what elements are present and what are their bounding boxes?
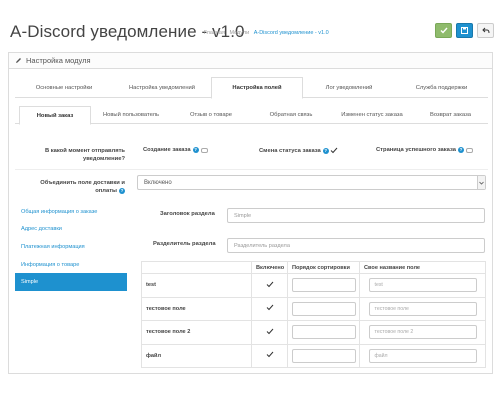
section-nav: Общая информация о заказе Адрес доставки… <box>15 203 127 291</box>
help-icon: ? <box>457 147 464 153</box>
tab-basic-settings[interactable]: Основные настройки <box>15 77 113 98</box>
sort-order-input[interactable] <box>291 301 356 316</box>
enabled-cell[interactable] <box>251 273 288 298</box>
save-button[interactable] <box>435 23 452 38</box>
option-status-changed[interactable]: Смена статуса заказа ? <box>259 147 338 154</box>
sort-cell <box>287 273 360 298</box>
floppy-icon <box>461 27 468 34</box>
enabled-cell[interactable] <box>251 320 288 345</box>
panel-heading: Настройка модуля <box>9 53 492 69</box>
custom-name-cell: test <box>359 273 486 298</box>
custom-name-input[interactable]: тестовое поле <box>368 301 477 316</box>
breadcrumb-home[interactable]: Главная <box>204 30 225 36</box>
sort-cell <box>287 296 360 321</box>
checkmark-icon[interactable] <box>330 147 338 154</box>
custom-name-cell: файл <box>359 343 486 368</box>
table-row: test test <box>141 273 486 298</box>
settings-panel: Настройка модуля Основные настройки Наст… <box>8 52 493 374</box>
option-order-created-label: Создание заказа <box>143 147 191 153</box>
reply-icon <box>481 27 489 34</box>
save-stay-button[interactable] <box>456 23 473 38</box>
merge-fields-value: Включено <box>144 179 172 186</box>
fields-table: Включено Порядок сортировки Свое названи… <box>141 261 486 368</box>
main-tabs: Основные настройки Настройка уведомлений… <box>15 77 488 99</box>
custom-name-cell: тестовое поле 2 <box>359 320 486 345</box>
custom-name-input[interactable]: файл <box>368 348 477 363</box>
tab-notification-log[interactable]: Лог уведомлений <box>303 77 395 98</box>
section-separator-label: Разделитель раздела <box>153 241 216 247</box>
sub-tabs: Новый заказ Новый пользователь Отзыв о т… <box>15 106 488 125</box>
checkmark-icon[interactable] <box>266 328 274 335</box>
custom-name-cell: тестовое поле <box>359 296 486 321</box>
table-row: файл файл <box>141 343 486 368</box>
column-header-field <box>141 261 252 274</box>
merge-fields-label: Объединить поле доставки и оплаты? <box>19 179 125 195</box>
send-moment-label: В какой момент отправлять уведомление? <box>44 148 125 162</box>
help-icon: ? <box>119 188 125 194</box>
sort-cell <box>287 343 360 368</box>
help-icon: ? <box>322 147 329 154</box>
table-row: тестовое поле 2 тестовое поле 2 <box>141 320 486 345</box>
toggle-success-page[interactable] <box>465 147 473 153</box>
panel-title: Настройка модуля <box>26 56 91 65</box>
checkmark-icon[interactable] <box>266 304 274 311</box>
section-title-label: Заголовок раздела <box>160 211 215 217</box>
breadcrumb-modules[interactable]: Модули <box>229 30 249 36</box>
tab-product-review[interactable]: Отзыв о товаре <box>171 106 251 124</box>
field-name: test <box>141 273 252 298</box>
column-header-enabled: Включено <box>251 261 288 274</box>
check-icon <box>440 27 448 34</box>
tab-new-order[interactable]: Новый заказ <box>19 106 91 125</box>
column-header-sort: Порядок сортировки <box>287 261 360 274</box>
checkmark-icon[interactable] <box>266 351 274 358</box>
toggle-order-created[interactable] <box>200 147 208 153</box>
tab-order-status-changed[interactable]: Изменен статус заказа <box>331 106 413 124</box>
breadcrumb-current[interactable]: A-Discord уведомление - v1.0 <box>254 30 329 36</box>
nav-shipping-address[interactable]: Адрес доставки <box>15 221 127 239</box>
pencil-icon <box>16 58 21 63</box>
chevron-down-icon <box>477 176 485 189</box>
tab-support[interactable]: Служба поддержки <box>395 77 488 98</box>
tab-new-user[interactable]: Новый пользователь <box>91 106 171 124</box>
merge-fields-text: Объединить поле доставки и оплаты <box>40 180 125 194</box>
nav-simple[interactable]: Simple <box>15 273 127 291</box>
field-name: файл <box>141 343 252 368</box>
tab-feedback[interactable]: Обратная связь <box>251 106 331 124</box>
section-title-input[interactable]: Simple <box>227 208 485 223</box>
nav-product-info[interactable]: Информация о товаре <box>15 256 127 274</box>
sort-order-input[interactable] <box>291 325 356 340</box>
tab-field-settings[interactable]: Настройка полей <box>211 77 303 99</box>
sort-cell <box>287 320 360 345</box>
nav-order-info[interactable]: Общая информация о заказе <box>15 203 127 221</box>
sort-order-input[interactable] <box>291 278 356 293</box>
merge-fields-select[interactable]: Включено <box>137 175 486 190</box>
option-success-page[interactable]: Страница успешного заказа ? <box>376 147 473 153</box>
field-name: тестовое поле <box>141 296 252 321</box>
divider <box>15 169 488 170</box>
custom-name-input[interactable]: test <box>368 278 477 293</box>
option-order-created[interactable]: Создание заказа ? <box>143 147 208 153</box>
custom-name-input[interactable]: тестовое поле 2 <box>368 325 477 340</box>
page-header: A-Discord уведомление - v1.0 Главная Мод… <box>0 0 500 52</box>
nav-payment-info[interactable]: Платежная информация <box>15 238 127 256</box>
checkmark-icon[interactable] <box>266 281 274 288</box>
option-success-page-label: Страница успешного заказа <box>376 147 456 153</box>
option-status-changed-label: Смена статуса заказа <box>259 147 321 154</box>
back-button[interactable] <box>477 23 494 38</box>
section-separator-input[interactable]: Разделитель раздела <box>227 238 485 253</box>
column-header-custom-name: Свое название поле <box>359 261 486 274</box>
help-icon: ? <box>192 147 199 153</box>
breadcrumb: Главная Модули A-Discord уведомление - v… <box>204 30 332 36</box>
enabled-cell[interactable] <box>251 296 288 321</box>
sort-order-input[interactable] <box>291 348 356 363</box>
table-row: тестовое поле тестовое поле <box>141 296 486 321</box>
field-name: тестовое поле 2 <box>141 320 252 345</box>
enabled-cell[interactable] <box>251 343 288 368</box>
tab-notification-settings[interactable]: Настройка уведомлений <box>113 77 211 98</box>
tab-order-return[interactable]: Возврат заказа <box>413 106 488 124</box>
